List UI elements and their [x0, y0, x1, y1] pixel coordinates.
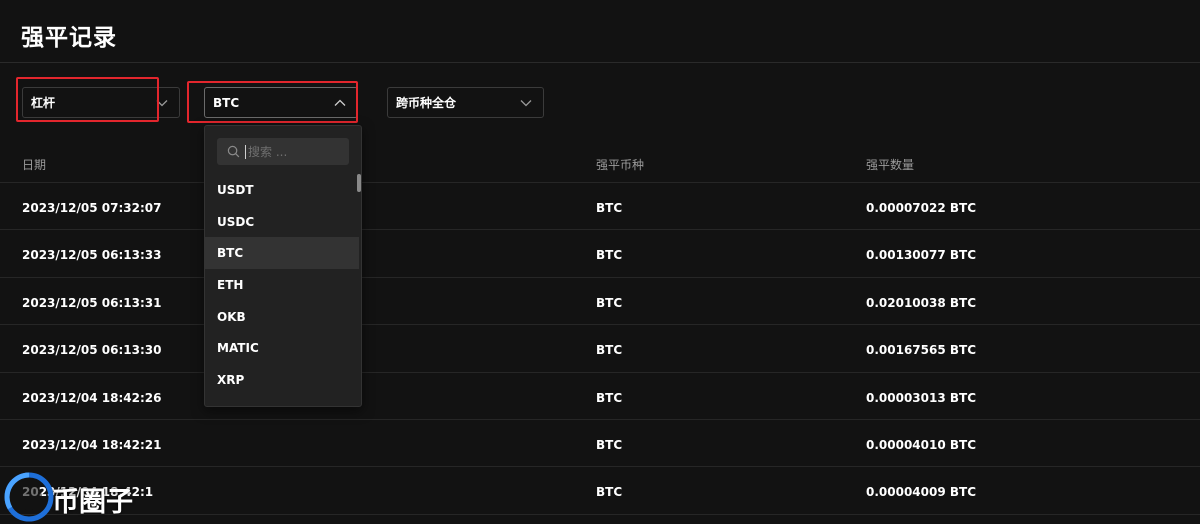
column-header-amount: 强平数量: [866, 158, 915, 172]
currency-option[interactable]: USDC: [205, 206, 359, 238]
currency-options-list: USDT USDC BTC ETH OKB MATIC XRP: [205, 174, 359, 396]
row-amount: 0.02010038 BTC: [866, 295, 977, 310]
leverage-select[interactable]: 杠杆: [22, 87, 180, 118]
row-coin: BTC: [596, 295, 623, 310]
row-coin: BTC: [596, 201, 623, 215]
records-table-body: 2023/12/05 07:32:07 BTC 0.00007022 BTC 2…: [0, 183, 1200, 515]
currency-option[interactable]: MATIC: [205, 332, 359, 364]
row-amount: 0.00167565 BTC: [866, 343, 977, 358]
currency-dropdown-menu: USDT USDC BTC ETH OKB MATIC XRP: [204, 125, 362, 407]
table-row: 2023/12/04 18:42:1 BTC 0.00004009 BTC: [0, 467, 1200, 515]
table-row: 2023/12/04 18:42:26 BTC 0.00003013 BTC: [0, 373, 1200, 420]
currency-option[interactable]: USDT: [205, 174, 359, 206]
table-row: 2023/12/04 18:42:21 BTC 0.00004010 BTC: [0, 420, 1200, 468]
row-date: 2023/12/05 07:32:07: [22, 201, 162, 215]
currency-search-input[interactable]: [245, 144, 345, 159]
row-amount: 0.00003013 BTC: [866, 390, 977, 405]
row-coin: BTC: [596, 485, 623, 500]
row-amount: 0.00130077 BTC: [866, 248, 977, 263]
leverage-select-value: 杠杆: [31, 96, 56, 110]
column-header-coin: 强平币种: [596, 158, 645, 172]
search-icon: [227, 145, 241, 159]
row-date: 2023/12/05 06:13:31: [22, 295, 162, 310]
dropdown-scrollbar[interactable]: [357, 174, 361, 192]
row-coin: BTC: [596, 390, 623, 405]
row-amount: 0.00004010 BTC: [866, 437, 977, 452]
table-row: 2023/12/05 06:13:31 BTC 0.02010038 BTC: [0, 278, 1200, 326]
table-row: 2023/12/05 07:32:07 BTC 0.00007022 BTC: [0, 183, 1200, 231]
page-title: 强平记录: [21, 25, 117, 51]
cross-margin-select[interactable]: 跨币种全仓: [387, 87, 544, 118]
column-header-date: 日期: [22, 158, 47, 172]
currency-option[interactable]: XRP: [205, 364, 359, 396]
row-date: 2023/12/04 18:42:26: [22, 390, 162, 405]
row-coin: BTC: [596, 437, 623, 452]
table-row: 2023/12/05 06:13:33 BTC 0.00130077 BTC: [0, 230, 1200, 278]
row-date: 2023/12/04 18:42:21: [22, 437, 162, 452]
row-amount: 0.00004009 BTC: [866, 485, 977, 500]
row-amount: 0.00007022 BTC: [866, 201, 977, 215]
chevron-down-icon: [155, 96, 169, 110]
row-coin: BTC: [596, 248, 623, 263]
watermark-text: 币圈子: [52, 487, 133, 518]
row-coin: BTC: [596, 343, 623, 358]
currency-select-value: BTC: [213, 95, 240, 110]
currency-option[interactable]: ETH: [205, 269, 359, 301]
title-divider: [0, 62, 1200, 63]
watermark: 币圈子: [0, 462, 160, 524]
currency-search-box[interactable]: [217, 138, 349, 165]
currency-option[interactable]: OKB: [205, 301, 359, 333]
currency-select[interactable]: BTC: [204, 87, 358, 118]
row-date: 2023/12/05 06:13:30: [22, 343, 162, 358]
currency-option-selected[interactable]: BTC: [205, 237, 359, 270]
chevron-down-icon: [519, 96, 533, 110]
table-row: 2023/12/05 06:13:30 BTC 0.00167565 BTC: [0, 325, 1200, 373]
chevron-up-icon: [333, 96, 347, 110]
liquidation-records-page: 强平记录 杠杆 BTC 跨币种全仓 日期 强平币种 强平数量 2023/12/0…: [0, 0, 1200, 524]
row-date: 2023/12/05 06:13:33: [22, 248, 162, 263]
cross-margin-select-value: 跨币种全仓: [396, 96, 457, 110]
watermark-logo-icon: [4, 472, 54, 522]
